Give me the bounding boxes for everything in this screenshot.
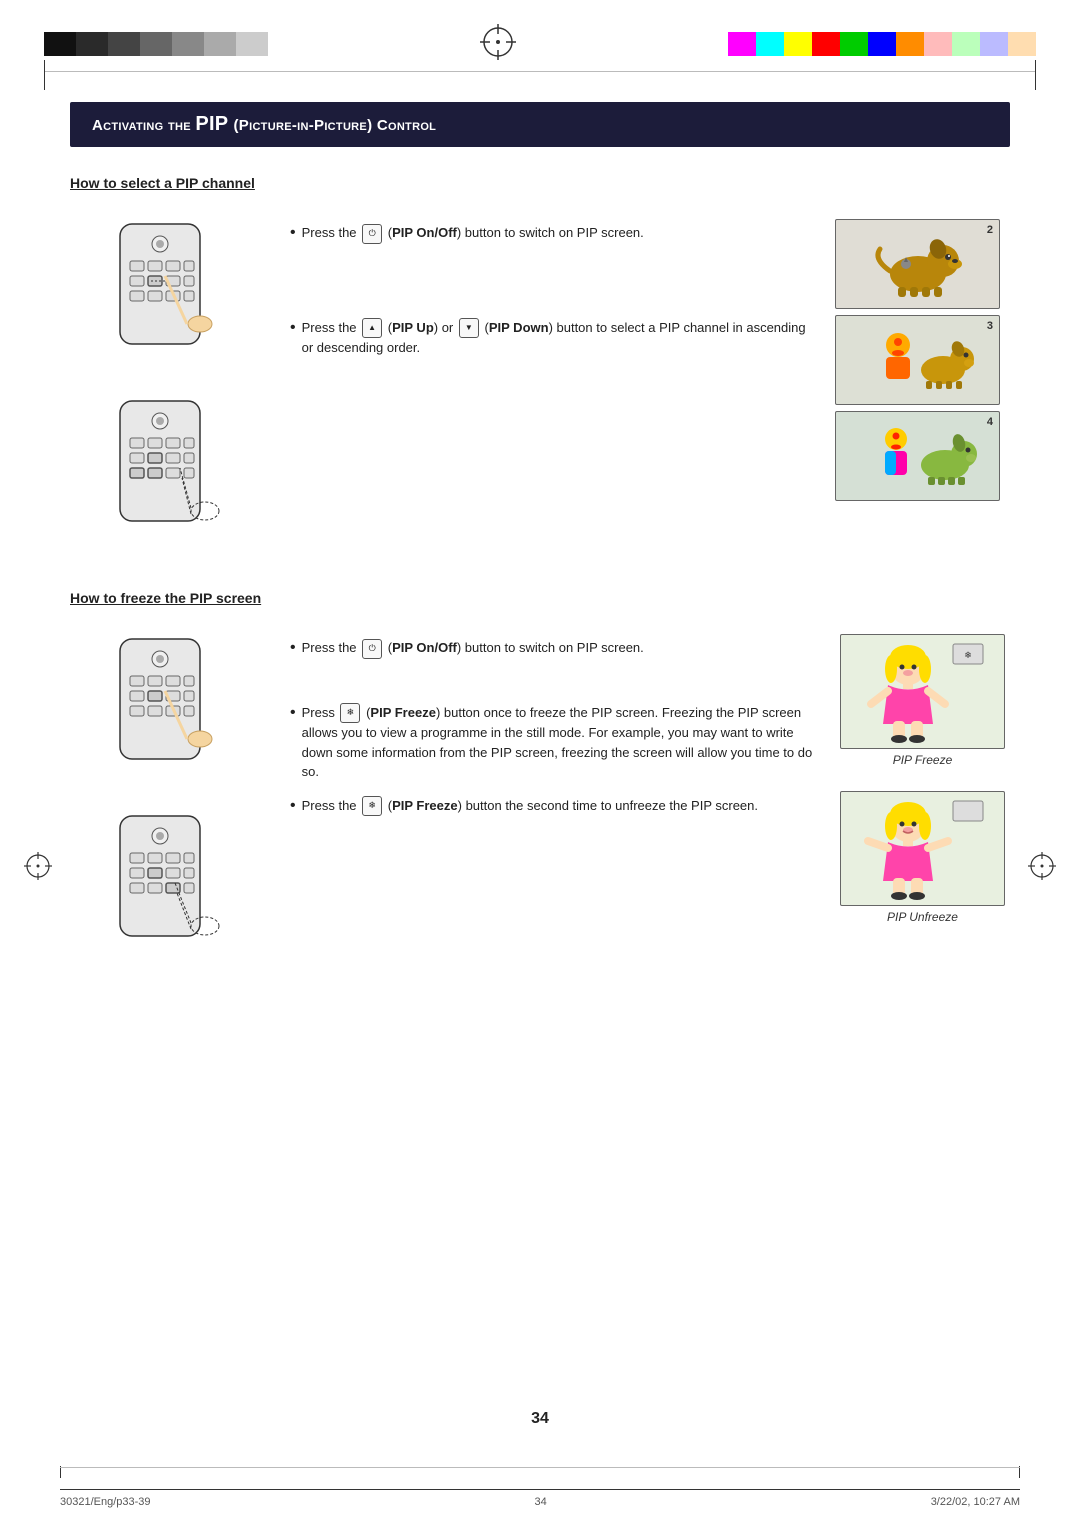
pip-freeze-caption: PIP Freeze <box>893 753 953 767</box>
left-tick <box>44 60 45 90</box>
pip-unfreeze-image: PIP Unfreeze <box>840 791 1005 924</box>
pip-freeze-icon-1: ❄ <box>340 703 360 723</box>
footer-left-text: 30321/Eng/p33-39 <box>60 1496 151 1508</box>
center-crosshair <box>478 22 518 65</box>
main-content: Activating the PIP (Picture-in-Picture) … <box>0 72 1080 1019</box>
swatch-b7 <box>236 32 268 56</box>
channel-2-image: 2 <box>835 219 1000 309</box>
section1-text: • Press the ⏻ (PIP On/Off) button to swi… <box>290 175 815 372</box>
footer-center-text: 34 <box>534 1496 546 1508</box>
swatch-b4 <box>140 32 172 56</box>
section-pip-select: How to select a PIP channel <box>70 175 1010 554</box>
bullet-5: • Press the ❄ (PIP Freeze) button the se… <box>290 796 815 817</box>
page-footer: 30321/Eng/p33-39 34 3/22/02, 10:27 AM <box>0 1489 1080 1508</box>
freeze-images: ❄ <box>835 590 1010 924</box>
swatch-b5 <box>172 32 204 56</box>
right-tick <box>1035 60 1036 90</box>
remote-3 <box>105 634 235 787</box>
pip-onoff-icon-2: ⏻ <box>362 639 382 659</box>
bottom-rule <box>60 1467 1020 1468</box>
swatch-orange <box>896 32 924 56</box>
pip-onoff-icon-1: ⏻ <box>362 224 382 244</box>
footer-right-text: 3/22/02, 10:27 AM <box>931 1496 1020 1508</box>
remote-2 <box>105 396 235 554</box>
pip-up-icon: ▲ <box>362 318 382 338</box>
title-prefix: Activating the <box>92 117 195 134</box>
bullet-4: • Press ❄ (PIP Freeze) button once to fr… <box>290 703 815 782</box>
section2-heading: How to freeze the PIP screen <box>70 590 270 606</box>
pip-freeze-image: ❄ <box>840 634 1005 767</box>
page-number: 34 <box>531 1410 549 1427</box>
bullet-3: • Press the ⏻ (PIP On/Off) button to swi… <box>290 638 815 659</box>
left-color-bar <box>44 32 268 56</box>
pip-freeze-icon-2: ❄ <box>362 796 382 816</box>
swatch-b6 <box>204 32 236 56</box>
title-pip: PIP <box>195 113 228 135</box>
footer-rule <box>60 1489 1020 1490</box>
swatch-cyan <box>756 32 784 56</box>
swatch-red <box>812 32 840 56</box>
channel-3-image: 3 <box>835 315 1000 405</box>
bullet-1: • Press the ⏻ (PIP On/Off) button to swi… <box>290 223 815 244</box>
page-number-display: 34 <box>531 1410 549 1428</box>
page-wrapper: Activating the PIP (Picture-in-Picture) … <box>0 0 1080 1528</box>
swatch-green <box>840 32 868 56</box>
swatch-yellow <box>784 32 812 56</box>
section2-content: How to freeze the PIP screen <box>70 590 1010 969</box>
remote-illustrations-1: How to select a PIP channel <box>70 175 270 554</box>
top-bar <box>0 0 1080 65</box>
swatch-b2 <box>76 32 108 56</box>
footer-content: 30321/Eng/p33-39 34 3/22/02, 10:27 AM <box>60 1496 1020 1508</box>
swatch-light-blue <box>980 32 1008 56</box>
swatch-b3 <box>108 32 140 56</box>
title-box: Activating the PIP (Picture-in-Picture) … <box>70 102 1010 147</box>
channel-4-num: 4 <box>987 416 993 428</box>
page-title: Activating the PIP (Picture-in-Picture) … <box>92 115 436 134</box>
remote-illustrations-2: How to freeze the PIP screen <box>70 590 270 969</box>
section1-content: How to select a PIP channel <box>70 175 1010 554</box>
swatch-light-green <box>952 32 980 56</box>
channel-2-num: 2 <box>987 224 993 236</box>
right-crosshair <box>1026 850 1058 885</box>
svg-text:❄: ❄ <box>964 650 972 660</box>
swatch-blue <box>868 32 896 56</box>
section2-text: • Press the ⏻ (PIP On/Off) button to swi… <box>290 590 815 830</box>
bullet-2: • Press the ▲ (PIP Up) or ▼ (PIP Down) b… <box>290 318 815 358</box>
pip-down-icon: ▼ <box>459 318 479 338</box>
channel-3-num: 3 <box>987 320 993 332</box>
pip-unfreeze-caption: PIP Unfreeze <box>887 910 958 924</box>
remote-4 <box>105 811 235 969</box>
left-crosshair <box>22 850 54 885</box>
channel-4-image: 4 <box>835 411 1000 501</box>
right-color-bar <box>728 32 1036 56</box>
swatch-b1 <box>44 32 76 56</box>
swatch-magenta <box>728 32 756 56</box>
swatch-light-red <box>924 32 952 56</box>
section1-heading: How to select a PIP channel <box>70 175 270 191</box>
section-pip-freeze: How to freeze the PIP screen <box>70 590 1010 969</box>
title-suffix: (Picture-in-Picture) Control <box>233 117 436 134</box>
swatch-peach <box>1008 32 1036 56</box>
channel-images: 2 <box>835 175 1010 501</box>
remote-1 <box>105 219 235 372</box>
